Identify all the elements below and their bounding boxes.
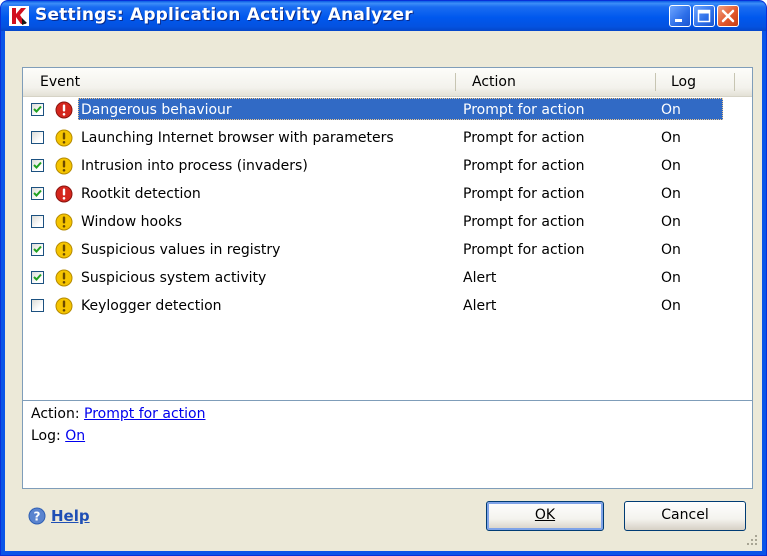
list-header: Event Action Log — [23, 68, 752, 97]
warning-icon — [55, 241, 73, 259]
danger-icon — [55, 101, 73, 119]
ok-button-label: OK — [534, 507, 556, 523]
close-button[interactable] — [717, 5, 739, 27]
row-checkbox[interactable] — [31, 215, 44, 228]
column-divider[interactable] — [655, 73, 656, 91]
danger-icon — [55, 185, 73, 203]
warning-icon — [55, 297, 73, 315]
list-item[interactable]: Suspicious values in registry Prompt for … — [23, 236, 752, 264]
event-action: Alert — [463, 270, 497, 286]
list-item[interactable]: Window hooks Prompt for action On — [23, 208, 752, 236]
close-icon — [721, 9, 735, 23]
event-log: On — [661, 186, 681, 202]
detail-log-link[interactable]: On — [65, 428, 85, 444]
help-icon: ? — [28, 507, 46, 525]
checkmark-icon — [33, 273, 42, 281]
list-item[interactable]: Dangerous behaviour Prompt for action On — [23, 96, 752, 124]
svg-text:?: ? — [34, 510, 41, 524]
event-log: On — [661, 130, 681, 146]
title-bar[interactable]: Settings: Application Activity Analyzer — [1, 1, 766, 31]
ok-button[interactable]: OK — [486, 501, 604, 531]
detail-action-link[interactable]: Prompt for action — [84, 406, 205, 422]
checkmark-icon — [33, 105, 42, 113]
maximize-button[interactable] — [693, 5, 715, 27]
event-log: On — [661, 270, 681, 286]
row-checkbox[interactable] — [31, 131, 44, 144]
detail-action-label: Action: — [31, 406, 80, 422]
row-checkbox[interactable] — [31, 299, 44, 312]
column-divider[interactable] — [734, 73, 735, 91]
event-action: Prompt for action — [463, 186, 585, 202]
event-name: Rootkit detection — [81, 186, 201, 202]
list-item[interactable]: Intrusion into process (invaders) Prompt … — [23, 152, 752, 180]
settings-window: Settings: Application Activity Analyzer … — [0, 0, 767, 556]
warning-icon — [55, 269, 73, 287]
resize-grip-icon[interactable] — [743, 531, 759, 547]
event-action: Alert — [463, 298, 497, 314]
detail-log-line: Log: On — [31, 428, 85, 444]
warning-icon — [55, 129, 73, 147]
list-item[interactable]: Suspicious system activity Alert On — [23, 264, 752, 292]
event-name: Dangerous behaviour — [81, 102, 232, 118]
detail-log-label: Log: — [31, 428, 61, 444]
event-name: Launching Internet browser with paramete… — [81, 130, 394, 146]
event-log: On — [661, 158, 681, 174]
event-name: Keylogger detection — [81, 298, 222, 314]
maximize-icon — [697, 9, 711, 23]
event-action: Prompt for action — [463, 158, 585, 174]
event-action: Prompt for action — [463, 242, 585, 258]
column-divider[interactable] — [455, 73, 456, 91]
column-header-action[interactable]: Action — [472, 68, 516, 96]
checkmark-icon — [33, 245, 42, 253]
event-name: Intrusion into process (invaders) — [81, 158, 308, 174]
column-header-event[interactable]: Event — [40, 68, 80, 96]
checkmark-icon — [33, 189, 42, 197]
row-checkbox[interactable] — [31, 159, 44, 172]
event-action: Prompt for action — [463, 102, 585, 118]
cancel-button-label: Cancel — [661, 507, 709, 523]
kaspersky-logo-icon — [9, 6, 29, 26]
row-checkbox[interactable] — [31, 187, 44, 200]
row-checkbox[interactable] — [31, 103, 44, 116]
row-checkbox[interactable] — [31, 243, 44, 256]
event-action: Prompt for action — [463, 214, 585, 230]
event-name: Suspicious system activity — [81, 270, 267, 286]
events-list[interactable]: Event Action Log Dangerous behaviour Prom… — [22, 67, 753, 416]
detail-action-line: Action: Prompt for action — [31, 406, 205, 422]
list-item[interactable]: Keylogger detection Alert On — [23, 292, 752, 320]
checkmark-icon — [33, 161, 42, 169]
event-name: Suspicious values in registry — [81, 242, 281, 258]
event-action: Prompt for action — [463, 130, 585, 146]
event-name: Window hooks — [81, 214, 183, 230]
event-log: On — [661, 242, 681, 258]
minimize-icon — [675, 19, 682, 22]
row-checkbox[interactable] — [31, 271, 44, 284]
cancel-button[interactable]: Cancel — [624, 501, 746, 531]
column-header-log[interactable]: Log — [671, 68, 696, 96]
event-log: On — [661, 102, 681, 118]
dialog-body: Event Action Log Dangerous behaviour Prom… — [5, 31, 762, 551]
list-item[interactable]: Launching Internet browser with paramete… — [23, 124, 752, 152]
help-link-text[interactable]: Help — [51, 505, 90, 527]
window-title: Settings: Application Activity Analyzer — [35, 5, 413, 25]
warning-icon — [55, 157, 73, 175]
minimize-button[interactable] — [669, 5, 691, 27]
list-item[interactable]: Rootkit detection Prompt for action On — [23, 180, 752, 208]
event-log: On — [661, 298, 681, 314]
detail-panel: Action: Prompt for action Log: On — [22, 400, 753, 489]
event-log: On — [661, 214, 681, 230]
warning-icon — [55, 213, 73, 231]
